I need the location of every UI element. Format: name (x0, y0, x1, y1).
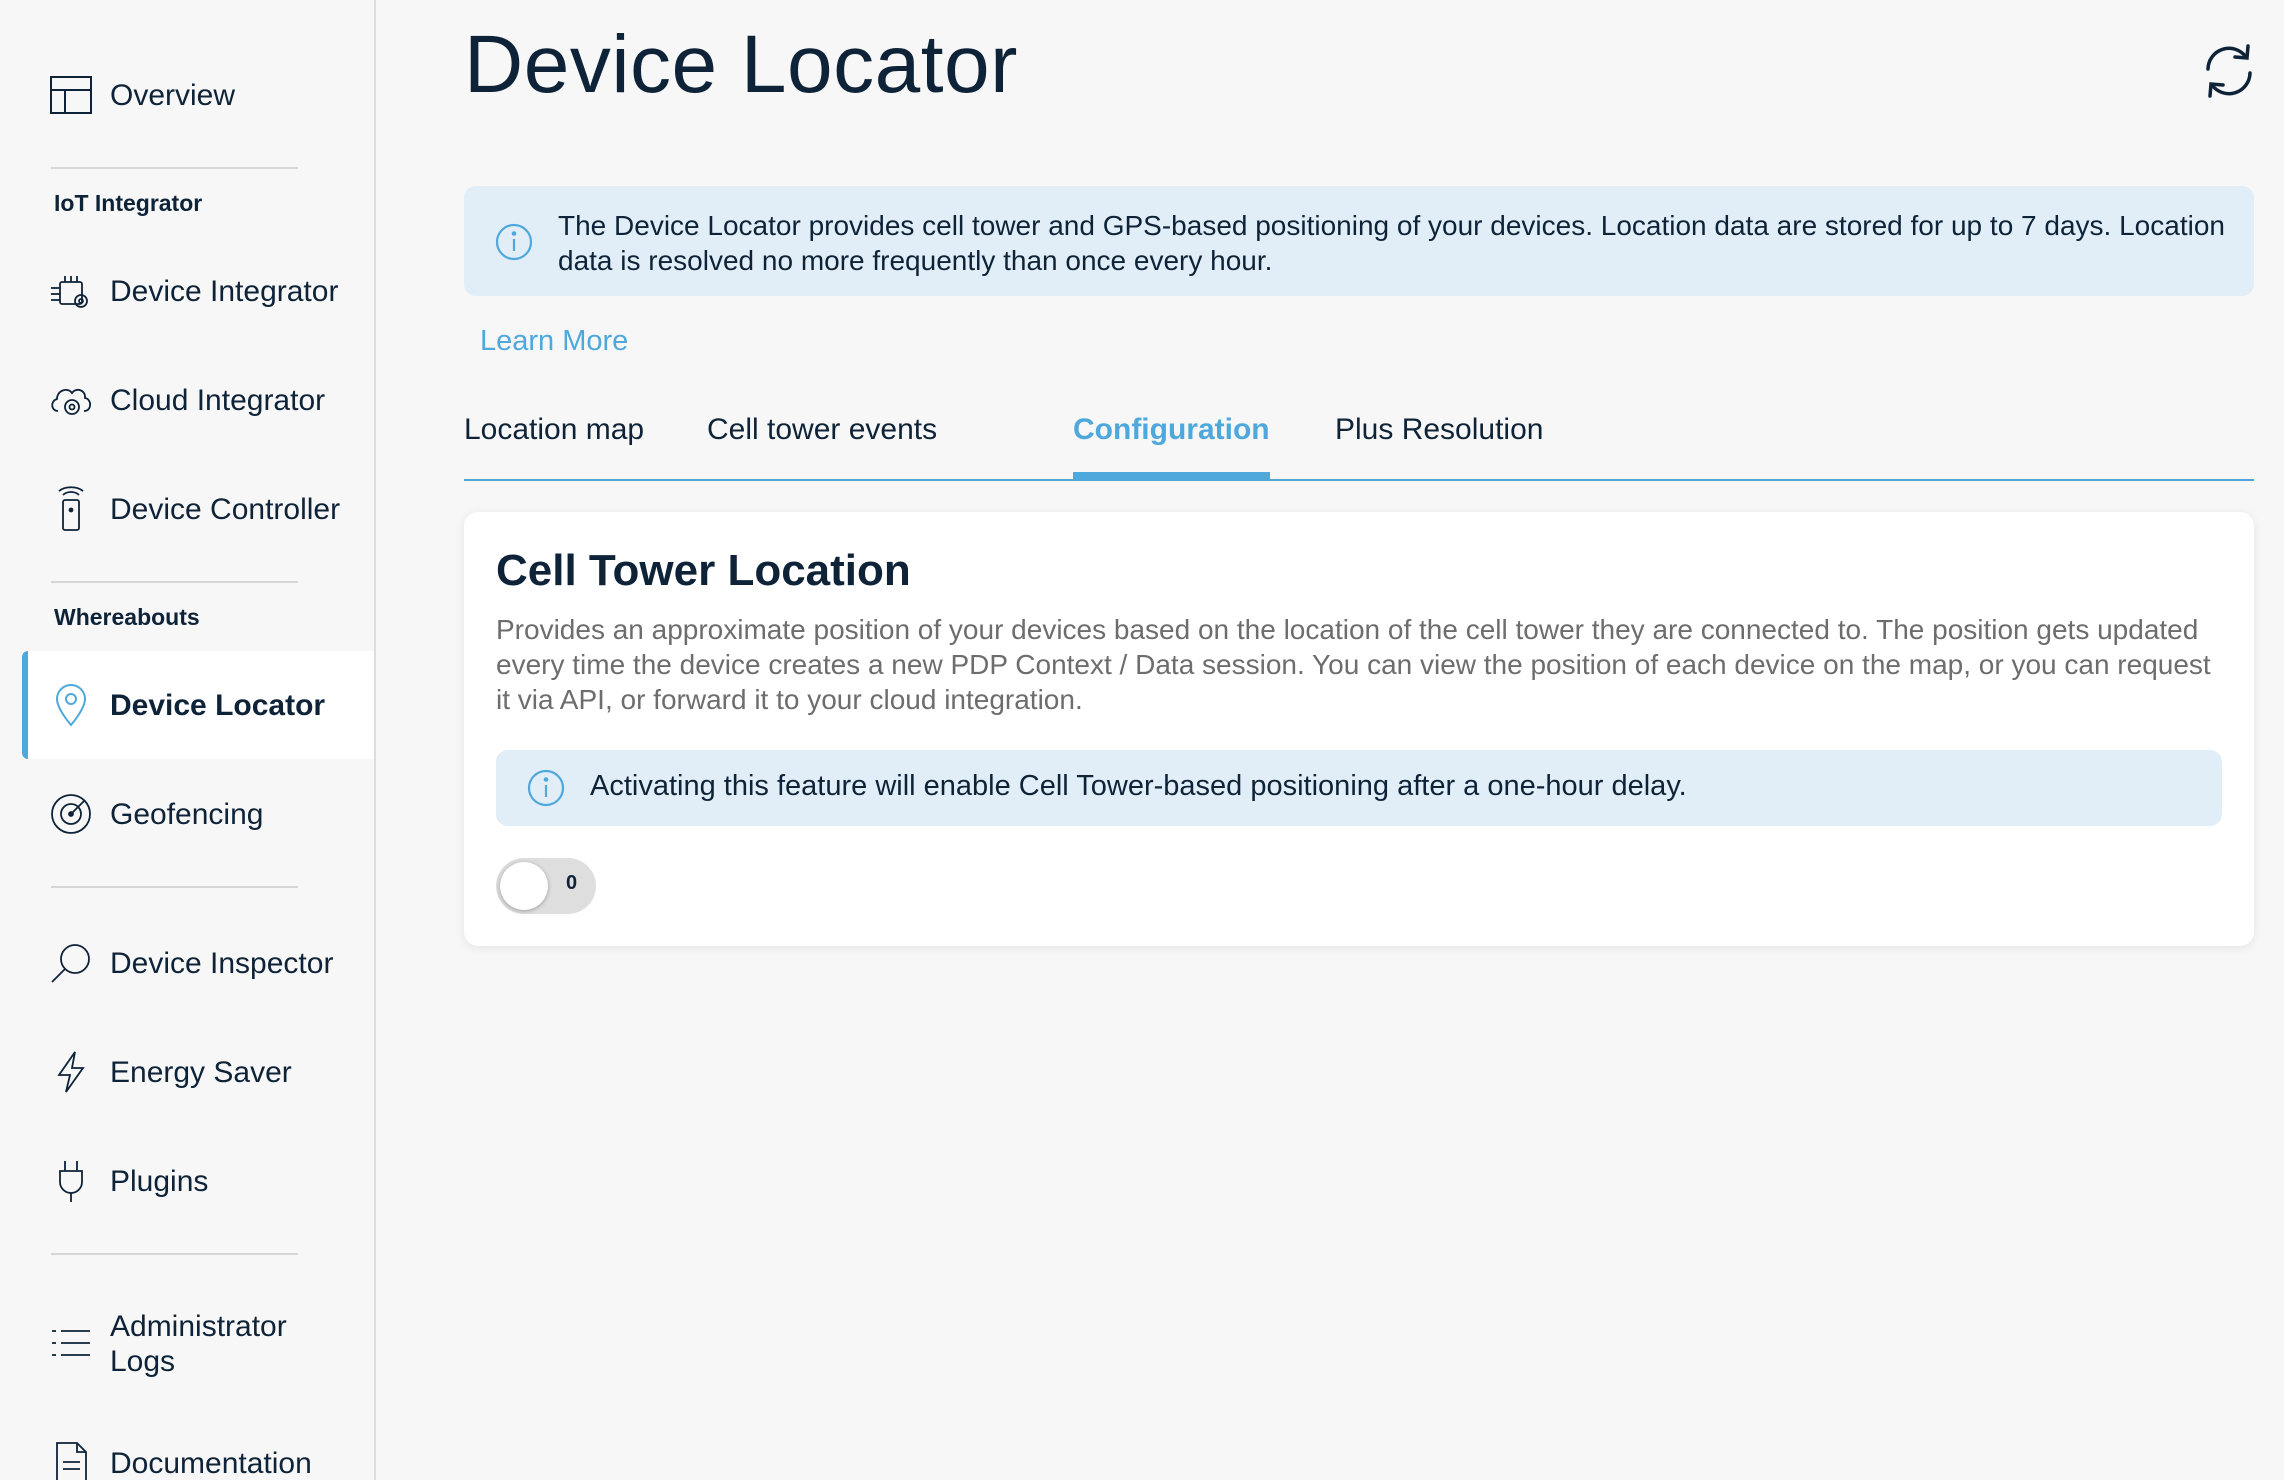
sidebar-item-documentation[interactable]: Documentation (22, 1410, 374, 1480)
sidebar-item-geofencing[interactable]: Geofencing (22, 760, 374, 868)
sidebar-item-cloud-integrator[interactable]: Cloud Integrator (22, 346, 374, 454)
sidebar-item-label: Administrator Logs (110, 1310, 287, 1378)
sidebar: Overview IoT Integrator Device Integrato… (0, 0, 376, 1480)
tab-configuration[interactable]: Configuration (1073, 413, 1270, 479)
toggle-value: 0 (566, 872, 578, 894)
sidebar-divider (51, 886, 298, 888)
sidebar-item-label: Device Controller (110, 492, 341, 526)
page-title: Device Locator (464, 19, 1018, 110)
sidebar-divider (51, 581, 298, 583)
remote-control-icon (48, 486, 94, 532)
section-title-iot-integrator: IoT Integrator (54, 190, 203, 216)
info-banner: The Device Locator provides cell tower a… (464, 186, 2254, 296)
tab-location-map[interactable]: Location map (464, 413, 644, 479)
sidebar-item-device-locator[interactable]: Device Locator (22, 651, 374, 759)
sidebar-item-label: Energy Saver (110, 1055, 292, 1089)
layout-icon (48, 72, 94, 118)
radar-icon (48, 791, 94, 837)
sidebar-item-label: Documentation (110, 1447, 312, 1480)
sidebar-item-label: Geofencing (110, 797, 264, 831)
toggle-knob (500, 862, 548, 910)
sidebar-divider (51, 167, 298, 169)
sidebar-item-device-inspector[interactable]: Device Inspector (22, 909, 374, 1017)
learn-more-link[interactable]: Learn More (480, 325, 628, 358)
sidebar-item-label: Overview (110, 78, 236, 112)
card-title: Cell Tower Location (496, 546, 911, 595)
sidebar-item-administrator-logs[interactable]: Administrator Logs (22, 1290, 374, 1398)
location-pin-icon (48, 682, 94, 728)
sidebar-item-label: Plugins (110, 1164, 209, 1198)
tab-bar: Location map Cell tower events Configura… (464, 405, 2254, 481)
lightning-icon (48, 1049, 94, 1095)
sidebar-item-energy-saver[interactable]: Energy Saver (22, 1018, 374, 1126)
info-icon (526, 768, 566, 808)
sidebar-item-label: Cloud Integrator (110, 383, 326, 417)
sidebar-item-label: Device Locator (110, 688, 326, 722)
sidebar-item-device-integrator[interactable]: Device Integrator (22, 237, 374, 345)
sidebar-item-plugins[interactable]: Plugins (22, 1127, 374, 1235)
main-content: Device Locator The Device Locator provid… (378, 0, 2284, 1480)
sidebar-item-label: Device Integrator (110, 274, 339, 308)
magnifier-icon (48, 940, 94, 986)
info-banner-text: The Device Locator provides cell tower a… (558, 210, 2225, 276)
refresh-icon[interactable] (2200, 42, 2258, 100)
tab-cell-tower-events[interactable]: Cell tower events (707, 413, 937, 479)
feature-info-text: Activating this feature will enable Cell… (590, 770, 1687, 802)
sidebar-item-label: Device Inspector (110, 946, 334, 980)
section-title-whereabouts: Whereabouts (54, 604, 200, 630)
sidebar-item-overview[interactable]: Overview (22, 41, 374, 149)
list-icon (48, 1321, 94, 1367)
device-integrator-icon (48, 268, 94, 314)
plug-icon (48, 1158, 94, 1204)
cloud-gear-icon (48, 377, 94, 423)
tab-plus-resolution[interactable]: Plus Resolution (1335, 413, 1543, 479)
cell-tower-toggle[interactable]: 0 (496, 858, 596, 914)
cell-tower-location-card: Cell Tower Location Provides an approxim… (464, 512, 2254, 946)
sidebar-item-device-controller[interactable]: Device Controller (22, 455, 374, 563)
document-icon (48, 1440, 94, 1480)
sidebar-divider (51, 1253, 298, 1255)
info-icon (494, 222, 534, 262)
feature-info-banner: Activating this feature will enable Cell… (496, 750, 2222, 826)
card-description: Provides an approximate position of your… (496, 614, 2211, 715)
